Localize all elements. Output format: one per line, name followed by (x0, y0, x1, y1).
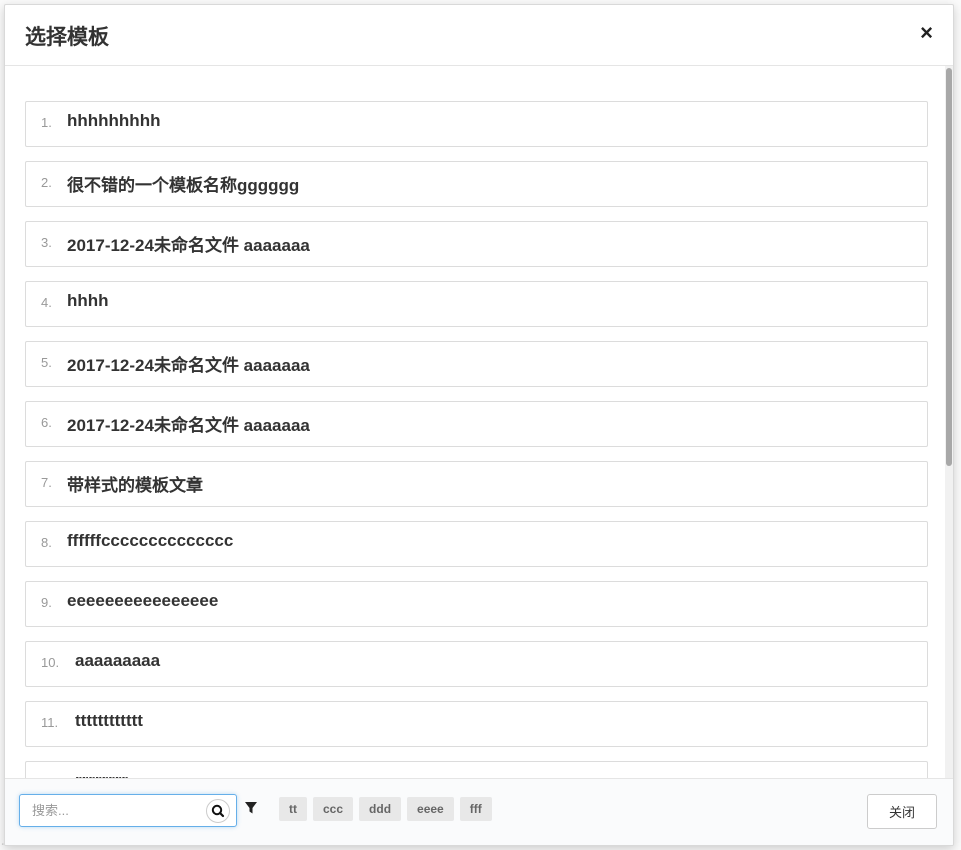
close-icon[interactable]: × (920, 20, 933, 46)
template-name: 带样式的模板文章 (67, 476, 203, 495)
template-item[interactable]: 10. aaaaaaaaa (25, 641, 928, 687)
template-item[interactable]: 11. tttttttttttt (25, 701, 928, 747)
scrollbar-thumb[interactable] (946, 68, 952, 466)
template-name: hhhh (67, 291, 109, 310)
template-name: 2017-12-24未命名文件 aaaaaaa (67, 236, 310, 255)
template-name: ffffffcccccccccccccc (67, 531, 234, 550)
filter-icon (245, 802, 257, 814)
tag-tt[interactable]: tt (279, 797, 307, 821)
template-number: 5. (41, 355, 52, 370)
template-item[interactable]: 4. hhhh (25, 281, 928, 327)
template-item[interactable]: 6. 2017-12-24未命名文件 aaaaaaa (25, 401, 928, 447)
template-item[interactable]: 9. eeeeeeeeeeeeeeee (25, 581, 928, 627)
search-button[interactable] (206, 799, 230, 823)
template-picker-modal: 选择模板 × 1. hhhhhhhhh 2. 很不错的一个模板名称gggggg 3. 20… (4, 4, 954, 846)
search-input[interactable] (20, 795, 200, 826)
template-name: rrrrrrrr (75, 771, 128, 778)
template-item[interactable]: 1. hhhhhhhhh (25, 101, 928, 147)
search-box (19, 794, 237, 827)
tag-eeee[interactable]: eeee (407, 797, 454, 821)
modal-body[interactable]: 1. hhhhhhhhh 2. 很不错的一个模板名称gggggg 3. 2017-12-2… (5, 66, 953, 778)
template-number: 10. (41, 655, 60, 670)
template-number: 11. (41, 715, 59, 730)
template-number: 8. (41, 535, 52, 550)
close-button[interactable]: 关闭 (867, 794, 937, 829)
template-item[interactable]: 8. ffffffcccccccccccccc (25, 521, 928, 567)
modal-header: 选择模板 × (5, 5, 953, 66)
template-item[interactable]: 12.rrrrrrrr (25, 761, 928, 778)
filter-button[interactable] (244, 801, 258, 815)
template-number: 3. (41, 235, 52, 250)
template-name: 2017-12-24未命名文件 aaaaaaa (67, 356, 310, 375)
template-item[interactable]: 3. 2017-12-24未命名文件 aaaaaaa (25, 221, 928, 267)
template-number: 6. (41, 415, 52, 430)
template-list: 1. hhhhhhhhh 2. 很不错的一个模板名称gggggg 3. 2017-12-2… (25, 101, 928, 778)
scrollbar[interactable] (945, 66, 953, 778)
tag-ddd[interactable]: ddd (359, 797, 402, 821)
template-name: hhhhhhhhh (67, 111, 161, 130)
tag-fff[interactable]: fff (459, 797, 492, 821)
template-name: tttttttttttt (75, 711, 143, 730)
template-item[interactable]: 7. 带样式的模板文章 (25, 461, 928, 507)
template-number: 7. (41, 475, 52, 490)
tag-filter-list: tt ccc ddd eeee fff (279, 797, 498, 821)
template-number: 2. (41, 175, 52, 190)
modal-footer: ttcccdddeeeefff 关闭 (5, 778, 953, 845)
template-number: 9. (41, 595, 52, 610)
template-number: 4. (41, 295, 52, 310)
template-item[interactable]: 5. 2017-12-24未命名文件 aaaaaaa (25, 341, 928, 387)
template-name: 很不错的一个模板名称gggggg (67, 176, 300, 195)
template-item[interactable]: 2. 很不错的一个模板名称gggggg (25, 161, 928, 207)
template-name: eeeeeeeeeeeeeeee (67, 591, 219, 610)
tag-ccc[interactable]: ccc (313, 797, 354, 821)
template-number: 1. (41, 115, 52, 130)
template-name: 2017-12-24未命名文件 aaaaaaa (67, 416, 310, 435)
search-icon (211, 804, 225, 818)
modal-title: 选择模板 (25, 26, 109, 49)
template-name: aaaaaaaaa (75, 651, 161, 670)
